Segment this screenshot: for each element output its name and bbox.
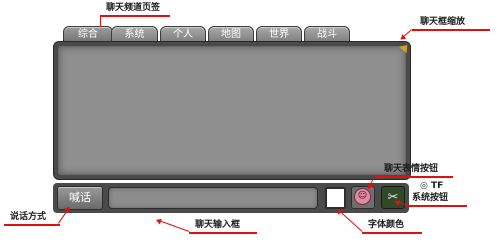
annotation-color-underline bbox=[362, 232, 422, 234]
annotation-zoom-arrow bbox=[400, 29, 412, 39]
chat-input[interactable] bbox=[108, 187, 318, 209]
annotation-action-label-1: ◎ TF bbox=[420, 181, 444, 191]
emoji-face-icon: ☺ bbox=[354, 188, 371, 205]
annotation-action-label-2: 系统按钮 bbox=[412, 193, 449, 203]
annotation-input-arrow bbox=[157, 219, 190, 232]
annotation-color-label: 字体颜色 bbox=[368, 220, 405, 230]
speak-mode-button[interactable]: 喊话 bbox=[57, 186, 103, 210]
annotation-zoom-underline bbox=[412, 29, 490, 31]
system-action-button[interactable]: ✂ bbox=[381, 186, 405, 209]
annotation-input-label: 聊天输入框 bbox=[195, 220, 241, 230]
annotation-mode-underline bbox=[4, 224, 60, 226]
chat-message-area[interactable] bbox=[58, 46, 406, 175]
annotation-zoom-label: 聊天框缩放 bbox=[420, 17, 466, 27]
annotation-emoji-label: 聊天表情按钮 bbox=[384, 164, 439, 174]
annotation-emoji-underline bbox=[375, 176, 453, 178]
font-color-button[interactable] bbox=[325, 187, 346, 209]
annotation-tabs-label: 聊天频道页签 bbox=[106, 3, 161, 13]
annotation-tabs-underline bbox=[100, 15, 170, 17]
annotation-input-underline bbox=[189, 232, 257, 234]
annotation-action-underline bbox=[405, 205, 467, 207]
annotation-mode-label: 说话方式 bbox=[10, 212, 47, 222]
annotation-tabs-leader bbox=[100, 15, 101, 27]
